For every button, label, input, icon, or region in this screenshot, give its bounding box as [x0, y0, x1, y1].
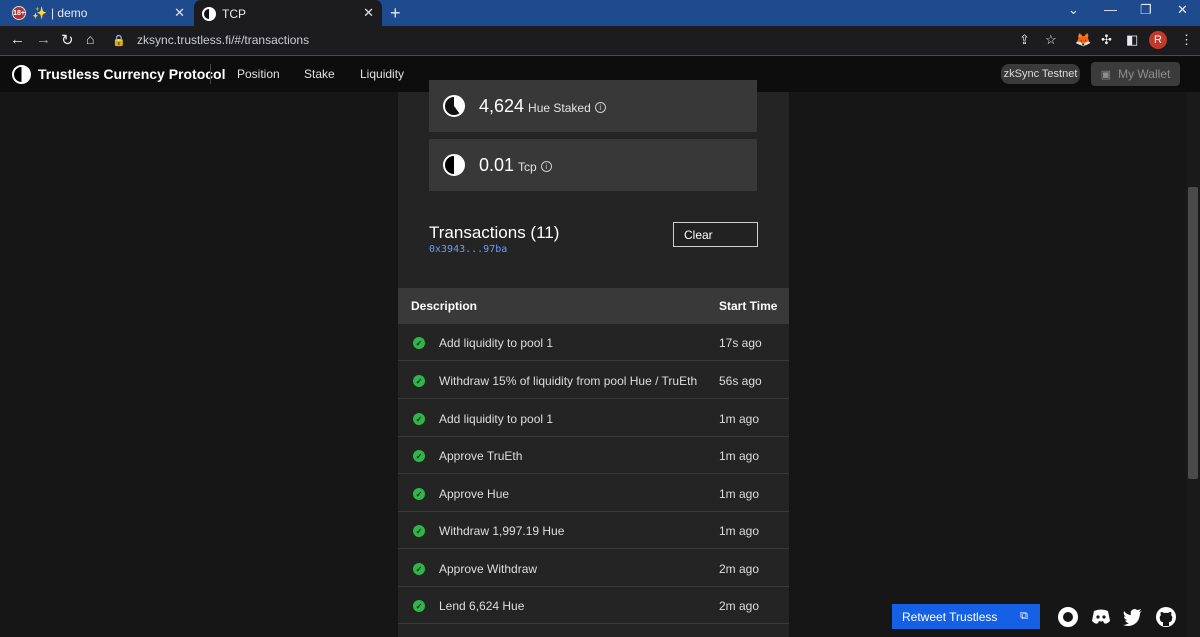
row-description: Approve Withdraw [439, 562, 538, 576]
close-tab-icon[interactable]: ✕ [363, 5, 374, 21]
external-link-icon: ⧉ [1020, 610, 1028, 622]
home-icon[interactable]: ⌂ [86, 31, 94, 47]
row-description: Withdraw 15% of liquidity from pool Hue … [439, 374, 698, 388]
clear-button[interactable]: Clear [673, 222, 758, 247]
row-description: Lend 6,624 Hue [439, 599, 525, 613]
row-time: 2m ago [719, 562, 760, 576]
brand-name[interactable]: Trustless Currency Protocol [38, 66, 226, 82]
table-row[interactable]: ✓ Withdraw 1,997.19 Hue 1m ago [398, 512, 789, 549]
balance-card-tcp: 0.01 Tcp i [429, 139, 757, 191]
table-row[interactable]: ✓ Approve Withdraw 2m ago [398, 550, 789, 587]
twitter-icon[interactable] [1122, 606, 1144, 628]
my-wallet-button[interactable]: ▣ My Wallet [1091, 62, 1180, 86]
column-start-time: Start Time [719, 299, 778, 313]
success-check-icon: ✓ [413, 525, 425, 537]
transactions-panel: 4,624 Hue Staked i 0.01 Tcp i Transactio… [398, 80, 789, 637]
balance-card-hue: 4,624 Hue Staked i [429, 80, 757, 132]
success-check-icon: ✓ [413, 600, 425, 612]
tab-demo[interactable]: 18+ ✨ | demo ✕ [0, 0, 193, 26]
profile-avatar[interactable]: R [1149, 31, 1167, 49]
sparkle-icon: ✨ [32, 6, 47, 20]
wallet-label: My Wallet [1118, 67, 1171, 81]
balance-unit: Tcp [518, 159, 537, 174]
network-badge[interactable]: zkSync Testnet [1001, 64, 1080, 84]
metamask-icon[interactable]: 🦊 [1075, 32, 1091, 48]
wallet-address[interactable]: 0x3943...97ba [429, 244, 507, 255]
discord-icon[interactable] [1090, 606, 1112, 628]
tab-title: | demo [50, 6, 88, 20]
tcp-logo-icon[interactable] [12, 65, 31, 84]
reload-icon[interactable]: ↻ [61, 31, 74, 49]
success-check-icon: ✓ [413, 450, 425, 462]
success-check-icon: ✓ [413, 488, 425, 500]
row-time: 1m ago [719, 524, 760, 538]
tab-tcp[interactable]: TCP ✕ [194, 0, 382, 27]
tcp-circle-icon[interactable] [1057, 606, 1079, 628]
transactions-title: Transactions (11) [429, 223, 560, 242]
tcp-favicon-icon [202, 6, 216, 21]
row-time: 1m ago [719, 487, 760, 501]
scrollbar-thumb[interactable] [1188, 187, 1198, 479]
row-description: Withdraw 1,997.19 Hue [439, 524, 565, 538]
browser-tab-bar: 18+ ✨ | demo ✕ TCP ✕ + ⌄ — ❐ ✕ [0, 0, 1200, 27]
url-text: zksync.trustless.fi/#/transactions [137, 33, 310, 47]
success-check-icon: ✓ [413, 375, 425, 387]
url-field[interactable]: 🔒 zksync.trustless.fi/#/transactions [112, 33, 309, 47]
row-description: Add liquidity to pool 1 [439, 336, 554, 350]
side-panel-icon[interactable]: ◧ [1126, 32, 1138, 48]
nav-position[interactable]: Position [237, 67, 280, 81]
info-icon[interactable]: i [540, 161, 552, 172]
site-favicon-icon: 18+ [12, 6, 26, 20]
table-row[interactable]: ✓ Lend 6,624 Hue 2m ago [398, 587, 789, 624]
close-window-icon[interactable]: ✕ [1177, 2, 1188, 18]
minimize-icon[interactable]: — [1104, 2, 1117, 17]
new-tab-icon[interactable]: + [390, 3, 401, 24]
table-row[interactable]: ✓ Add liquidity to pool 1 17s ago [398, 324, 789, 361]
balance-value: 0.01 [479, 154, 515, 175]
row-time: 2m ago [719, 599, 760, 613]
table-row[interactable]: ✓ Add liquidity to pool 1 1m ago [398, 400, 789, 437]
row-time: 1m ago [719, 449, 760, 463]
row-description: Approve TruEth [439, 449, 523, 463]
retweet-label: Retweet Trustless [902, 609, 998, 624]
lock-icon: 🔒 [112, 35, 126, 47]
retweet-button[interactable]: Retweet Trustless ⧉ [892, 604, 1040, 629]
row-time: 56s ago [719, 374, 762, 388]
table-row[interactable]: ✓ Withdraw 15% of liquidity from pool Hu… [398, 362, 789, 399]
table-header: Description Start Time [398, 288, 789, 324]
success-check-icon: ✓ [413, 337, 425, 349]
info-icon[interactable]: i [594, 102, 606, 113]
row-time: 17s ago [719, 336, 762, 350]
nav-liquidity[interactable]: Liquidity [360, 67, 404, 81]
balance-unit: Hue Staked [528, 100, 591, 115]
row-description: Approve Hue [439, 487, 510, 501]
github-icon[interactable] [1155, 606, 1177, 628]
tab-title: TCP [222, 6, 246, 21]
browser-menu-icon[interactable]: ⋮ [1180, 32, 1193, 48]
share-icon[interactable]: ⇪ [1019, 32, 1030, 48]
header-divider [210, 64, 211, 84]
nav-stake[interactable]: Stake [304, 67, 335, 81]
extensions-icon[interactable]: ✣ [1101, 32, 1112, 48]
restore-icon[interactable]: ❐ [1140, 2, 1152, 18]
back-icon[interactable]: ← [10, 31, 25, 48]
tcp-icon [443, 154, 465, 176]
success-check-icon: ✓ [413, 413, 425, 425]
browser-address-bar: ← → ↻ ⌂ 🔒 zksync.trustless.fi/#/transact… [0, 26, 1200, 56]
balance-value: 4,624 [479, 95, 525, 116]
table-row[interactable]: ✓ Approve TruEth 1m ago [398, 437, 789, 474]
close-tab-icon[interactable]: ✕ [174, 5, 185, 21]
success-check-icon: ✓ [413, 563, 425, 575]
wallet-icon: ▣ [1100, 68, 1112, 81]
bookmark-star-icon[interactable]: ☆ [1045, 32, 1057, 48]
hue-icon [443, 95, 465, 117]
row-description: Add liquidity to pool 1 [439, 412, 554, 426]
row-time: 1m ago [719, 412, 760, 426]
column-description: Description [411, 299, 478, 313]
forward-icon[interactable]: → [36, 31, 51, 48]
tab-search-icon[interactable]: ⌄ [1068, 2, 1079, 18]
table-row[interactable]: ✓ Approve Hue 1m ago [398, 475, 789, 512]
